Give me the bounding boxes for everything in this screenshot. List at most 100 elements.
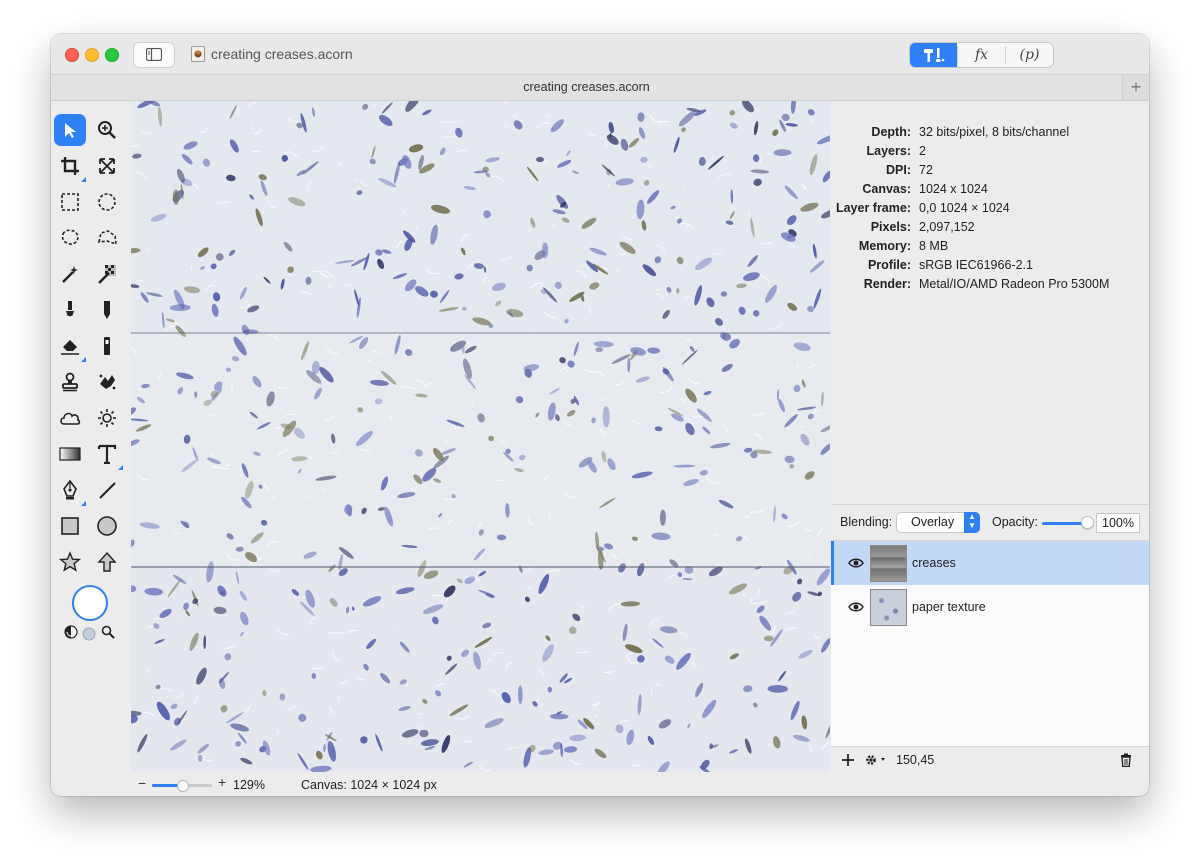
- default-color-icon[interactable]: [82, 627, 96, 641]
- document-tab[interactable]: creating creases.acorn: [51, 80, 1122, 94]
- zoom-tool-icon[interactable]: [91, 114, 123, 146]
- info-label: Canvas:: [862, 182, 911, 196]
- swap-colors-icon[interactable]: [64, 625, 78, 639]
- crease-band-middle: [131, 333, 830, 567]
- layer-thumbnail: [870, 545, 907, 582]
- properties-segment[interactable]: (p): [1006, 43, 1053, 67]
- zoom-slider[interactable]: [152, 780, 212, 792]
- clone-icon[interactable]: [91, 330, 123, 362]
- zoom-slider-knob[interactable]: [177, 780, 189, 792]
- sidebar-toggle-button[interactable]: [133, 42, 175, 68]
- tools-icon: [923, 48, 944, 62]
- tool-palette: [51, 101, 131, 771]
- layer-name: paper texture: [912, 600, 986, 614]
- add-layer-icon[interactable]: [841, 753, 855, 767]
- cloud-icon[interactable]: [54, 402, 86, 434]
- info-value: 1024 x 1024: [919, 182, 988, 196]
- tools-segment[interactable]: [910, 43, 957, 67]
- gear-icon[interactable]: [864, 753, 888, 767]
- layer-row-creases[interactable]: creases: [831, 541, 1149, 585]
- canvas-size-label: Canvas: 1024 × 1024 px: [301, 778, 437, 792]
- status-bar: − + 129% Canvas: 1024 × 1024 px: [51, 772, 831, 796]
- magic-wand-icon[interactable]: [54, 258, 86, 290]
- info-row: Memory: 8 MB: [831, 239, 1149, 258]
- info-row: Render: Metal/IO/AMD Radeon Pro 5300M: [831, 277, 1149, 296]
- opacity-label: Opacity:: [992, 515, 1038, 529]
- polygon-lasso-icon[interactable]: [91, 222, 123, 254]
- zoom-in-button[interactable]: +: [218, 774, 226, 790]
- info-label: Layer frame:: [835, 201, 911, 215]
- star-icon[interactable]: [54, 546, 86, 578]
- eraser-icon[interactable]: [54, 330, 86, 362]
- crease-band-bottom: [131, 567, 830, 772]
- lasso-icon[interactable]: [54, 222, 86, 254]
- layers-footer: 150,45: [831, 746, 1149, 773]
- info-row: Layers: 2: [831, 144, 1149, 163]
- cursor-coordinates: 150,45: [896, 753, 935, 767]
- move-tool-icon[interactable]: [54, 114, 86, 146]
- image-info-panel: Depth: 32 bits/pixel, 8 bits/channel Layer…: [831, 101, 1149, 504]
- stamp-icon[interactable]: [54, 366, 86, 398]
- eyedropper-icon[interactable]: [101, 625, 115, 639]
- opacity-slider[interactable]: [1042, 522, 1086, 525]
- zoom-window-button[interactable]: [105, 48, 119, 62]
- brush-icon[interactable]: [54, 294, 86, 326]
- crop-tool-icon[interactable]: [54, 150, 86, 182]
- sidebar-icon: [146, 48, 162, 61]
- eye-icon[interactable]: [848, 602, 864, 612]
- zoom-out-button[interactable]: −: [138, 775, 146, 791]
- inspector-segmented-control[interactable]: fx (p): [909, 42, 1054, 68]
- info-row: Layer frame: 0,0 1024 × 1024: [831, 201, 1149, 220]
- info-label: Render:: [863, 277, 911, 291]
- layer-row-paper-texture[interactable]: paper texture: [831, 585, 1149, 629]
- sun-icon[interactable]: [91, 402, 123, 434]
- opacity-field[interactable]: 100%: [1096, 513, 1140, 533]
- info-value: Metal/IO/AMD Radeon Pro 5300M: [919, 277, 1110, 291]
- opacity-slider-knob[interactable]: [1081, 516, 1094, 529]
- layer-name: creases: [912, 556, 956, 570]
- rect-select-icon[interactable]: [54, 186, 86, 218]
- info-value: 2,097,152: [919, 220, 975, 234]
- info-value: 2: [919, 144, 926, 158]
- color-well[interactable]: [72, 585, 108, 621]
- color-wand-icon[interactable]: [91, 258, 123, 290]
- info-row: Depth: 32 bits/pixel, 8 bits/channel: [831, 125, 1149, 144]
- layer-options-bar: Blending: Overlay ▲ ▼ Opacity: 100%: [831, 504, 1149, 541]
- document-icon: [191, 46, 205, 62]
- blending-mode-select[interactable]: Overlay ▲ ▼: [896, 512, 980, 533]
- crease-line: [131, 566, 830, 568]
- fx-segment[interactable]: fx: [958, 43, 1005, 67]
- pencil-icon[interactable]: [91, 294, 123, 326]
- info-value: 72: [919, 163, 933, 177]
- image-canvas[interactable]: [131, 101, 830, 772]
- zoom-level: 129%: [233, 778, 265, 792]
- app-window: creating creases.acorn fx (p) creating c…: [51, 34, 1149, 796]
- smudge-icon[interactable]: [91, 366, 123, 398]
- text-icon[interactable]: [91, 438, 123, 470]
- layer-thumbnail: [870, 589, 907, 626]
- info-label: Memory:: [858, 239, 911, 253]
- info-row: DPI: 72: [831, 163, 1149, 182]
- arrow-icon[interactable]: [91, 546, 123, 578]
- rectangle-icon[interactable]: [54, 510, 86, 542]
- line-icon[interactable]: [91, 474, 123, 506]
- trash-icon[interactable]: [1120, 753, 1132, 767]
- close-window-button[interactable]: [65, 48, 79, 62]
- info-value: sRGB IEC61966-2.1: [919, 258, 1033, 272]
- info-label: Profile:: [867, 258, 911, 272]
- ellipse-select-icon[interactable]: [91, 186, 123, 218]
- transform-tool-icon[interactable]: [91, 150, 123, 182]
- info-row: Canvas: 1024 x 1024: [831, 182, 1149, 201]
- plus-icon[interactable]: +: [1122, 75, 1149, 100]
- pen-icon[interactable]: [54, 474, 86, 506]
- circle-icon[interactable]: [91, 510, 123, 542]
- info-label: Depth:: [871, 125, 911, 139]
- window-title: creating creases.acorn: [211, 46, 353, 62]
- gradient-icon[interactable]: [54, 438, 86, 470]
- info-label: Pixels:: [870, 220, 911, 234]
- blending-label: Blending:: [840, 515, 893, 529]
- eye-icon[interactable]: [848, 558, 864, 568]
- info-value: 8 MB: [919, 239, 949, 253]
- minimize-window-button[interactable]: [85, 48, 99, 62]
- info-value: 32 bits/pixel, 8 bits/channel: [919, 125, 1070, 139]
